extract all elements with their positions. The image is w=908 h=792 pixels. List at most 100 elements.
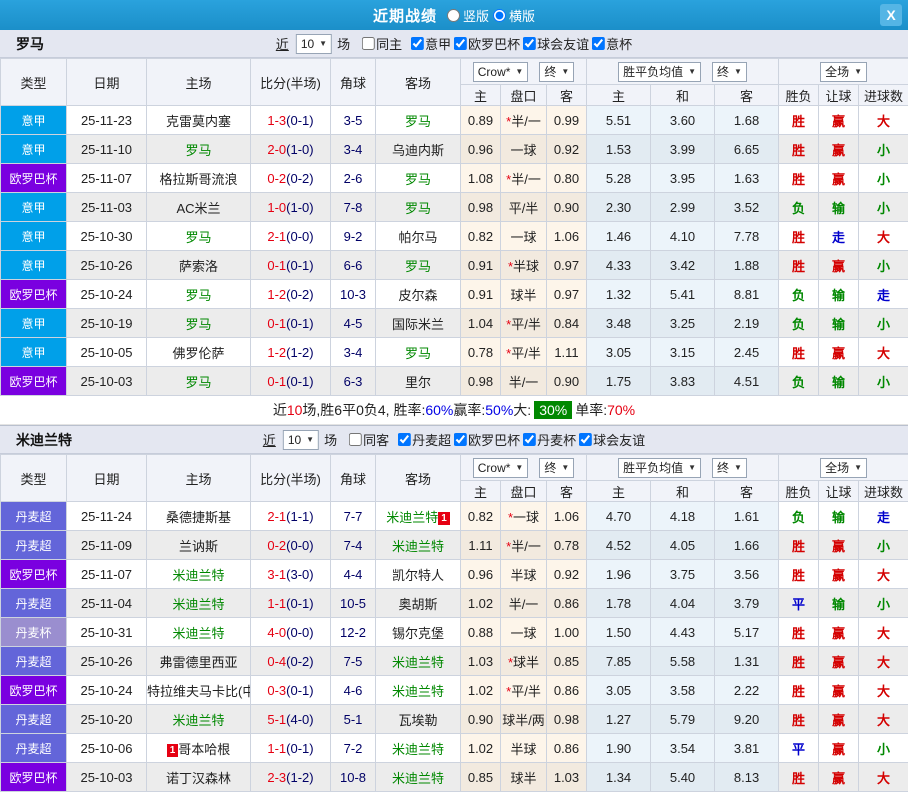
avg-away: 2.45 bbox=[715, 338, 779, 367]
goals-result: 小 bbox=[877, 259, 890, 274]
home-team-cell: 兰讷斯 bbox=[147, 531, 251, 560]
odds-away: 1.06 bbox=[547, 502, 587, 531]
league-filter-3-checkbox[interactable] bbox=[579, 433, 592, 446]
corner-count: 7-4 bbox=[331, 531, 376, 560]
same-venue-checkbox[interactable] bbox=[362, 37, 375, 50]
league-filter-1-checkbox[interactable] bbox=[454, 433, 467, 446]
handicap-result-cell: 赢 bbox=[819, 135, 859, 164]
away-team-cell: 罗马 bbox=[376, 164, 461, 193]
avg-final-select[interactable]: 终▼ bbox=[712, 458, 747, 478]
score-cell: 0-4(0-2) bbox=[251, 647, 331, 676]
chevron-down-icon: ▼ bbox=[734, 67, 742, 76]
same-venue[interactable]: 同客 bbox=[349, 430, 389, 449]
away-team-cell: 乌迪内斯 bbox=[376, 135, 461, 164]
odds-final-select[interactable]: 终▼ bbox=[539, 62, 574, 82]
league-filter-3[interactable]: 意杯 bbox=[592, 34, 632, 53]
odds-final-select[interactable]: 终▼ bbox=[539, 458, 574, 478]
layout-horizontal-option[interactable]: 横版 bbox=[493, 6, 535, 25]
avg-source-select[interactable]: 胜平负均值▼ bbox=[618, 458, 701, 478]
home-team: 弗雷德里西亚 bbox=[159, 655, 237, 670]
avg-away: 1.63 bbox=[715, 164, 779, 193]
home-team: 米迪兰特 bbox=[172, 568, 224, 583]
games-label: 场 bbox=[324, 430, 337, 449]
league-filter-0-checkbox[interactable] bbox=[398, 433, 411, 446]
result-indicator: 胜 bbox=[792, 172, 805, 187]
league-filter-0[interactable]: 丹麦超 bbox=[398, 430, 451, 449]
odds-away: 0.90 bbox=[547, 193, 587, 222]
league-filter-1[interactable]: 欧罗巴杯 bbox=[454, 430, 520, 449]
league-filter-2[interactable]: 丹麦杯 bbox=[523, 430, 576, 449]
league-badge: 欧罗巴杯 bbox=[1, 676, 67, 705]
odds-header-group: Crow*▼ 终▼ bbox=[461, 59, 587, 85]
result-indicator-cell: 胜 bbox=[779, 676, 819, 705]
layout-vertical-radio[interactable] bbox=[447, 9, 460, 22]
away-team-cell: 米迪兰特1 bbox=[376, 502, 461, 531]
games-count-select[interactable]: 10▼ bbox=[283, 430, 319, 450]
handicap-result-cell: 输 bbox=[819, 193, 859, 222]
league-filter-3[interactable]: 球会友谊 bbox=[579, 430, 645, 449]
odds-source-select[interactable]: Crow*▼ bbox=[473, 62, 529, 82]
home-team-cell: 罗马 bbox=[147, 280, 251, 309]
close-button[interactable]: X bbox=[880, 4, 902, 26]
col-avg-away: 客 bbox=[715, 85, 779, 106]
avg-draw: 4.10 bbox=[651, 222, 715, 251]
league-filter-2[interactable]: 球会友谊 bbox=[523, 34, 589, 53]
avg-source-select[interactable]: 胜平负均值▼ bbox=[618, 62, 701, 82]
handicap-cell: *球半 bbox=[501, 647, 547, 676]
handicap-value: 平/半 bbox=[511, 317, 541, 332]
league-filter-2-checkbox[interactable] bbox=[523, 433, 536, 446]
same-venue[interactable]: 同主 bbox=[362, 34, 402, 53]
near-link[interactable]: 近 bbox=[276, 34, 289, 53]
table-row: 意甲25-11-10罗马2-0(1-0)3-4乌迪内斯0.96一球0.921.5… bbox=[1, 135, 908, 164]
league-badge: 意甲 bbox=[1, 309, 67, 338]
handicap-cell: 平/半 bbox=[501, 193, 547, 222]
col-home: 主场 bbox=[147, 455, 251, 502]
odds-away: 0.86 bbox=[547, 676, 587, 705]
chevron-down-icon: ▼ bbox=[854, 67, 862, 76]
handicap-value: 球半/两 bbox=[502, 713, 545, 728]
layout-horizontal-radio[interactable] bbox=[493, 9, 506, 22]
table-row: 意甲25-10-05佛罗伦萨1-2(1-2)3-4罗马0.78*平/半1.113… bbox=[1, 338, 908, 367]
odds-final-select-value: 终 bbox=[544, 459, 556, 476]
chevron-down-icon: ▼ bbox=[515, 67, 523, 76]
odds-home: 1.02 bbox=[461, 676, 501, 705]
fulltime-score: 2-0 bbox=[267, 142, 286, 157]
home-team: 诺丁汉森林 bbox=[166, 771, 231, 786]
layout-vertical-option[interactable]: 竖版 bbox=[447, 6, 489, 25]
scope-select[interactable]: 全场▼ bbox=[820, 458, 867, 478]
games-count-select[interactable]: 10▼ bbox=[296, 34, 332, 54]
table-row: 丹麦超25-11-24桑德捷斯基2-1(1-1)7-7米迪兰特10.82*一球1… bbox=[1, 502, 908, 531]
league-filter-0-checkbox[interactable] bbox=[411, 37, 424, 50]
fulltime-score: 0-1 bbox=[267, 374, 286, 389]
same-venue-checkbox[interactable] bbox=[349, 433, 362, 446]
avg-home: 5.51 bbox=[587, 106, 651, 135]
chevron-down-icon: ▼ bbox=[561, 67, 569, 76]
handicap-cell: 半/一 bbox=[501, 367, 547, 396]
away-team: 皮尔森 bbox=[398, 288, 437, 303]
halftime-score: (0-1) bbox=[286, 258, 313, 273]
handicap-value: 半/一 bbox=[509, 375, 539, 390]
league-filter-2-checkbox[interactable] bbox=[523, 37, 536, 50]
col-odds-home: 主 bbox=[461, 85, 501, 106]
score-cell: 0-2(0-0) bbox=[251, 531, 331, 560]
handicap-result: 输 bbox=[832, 201, 845, 216]
near-link[interactable]: 近 bbox=[263, 430, 276, 449]
fulltime-score: 0-2 bbox=[267, 171, 286, 186]
scope-select[interactable]: 全场▼ bbox=[820, 62, 867, 82]
handicap-result: 输 bbox=[832, 375, 845, 390]
odds-away: 0.92 bbox=[547, 560, 587, 589]
league-filter-3-checkbox[interactable] bbox=[592, 37, 605, 50]
league-filter-1[interactable]: 欧罗巴杯 bbox=[454, 34, 520, 53]
league-filter-0[interactable]: 意甲 bbox=[411, 34, 451, 53]
avg-away: 6.65 bbox=[715, 135, 779, 164]
halftime-score: (0-1) bbox=[286, 741, 313, 756]
home-team: 兰讷斯 bbox=[179, 539, 218, 554]
col-score: 比分(半场) bbox=[251, 455, 331, 502]
league-filter-1-checkbox[interactable] bbox=[454, 37, 467, 50]
odds-source-select[interactable]: Crow*▼ bbox=[473, 458, 529, 478]
score-cell: 0-3(0-1) bbox=[251, 676, 331, 705]
halftime-score: (0-1) bbox=[286, 683, 313, 698]
odds-home: 0.91 bbox=[461, 251, 501, 280]
league-badge: 意甲 bbox=[1, 193, 67, 222]
avg-final-select[interactable]: 终▼ bbox=[712, 62, 747, 82]
